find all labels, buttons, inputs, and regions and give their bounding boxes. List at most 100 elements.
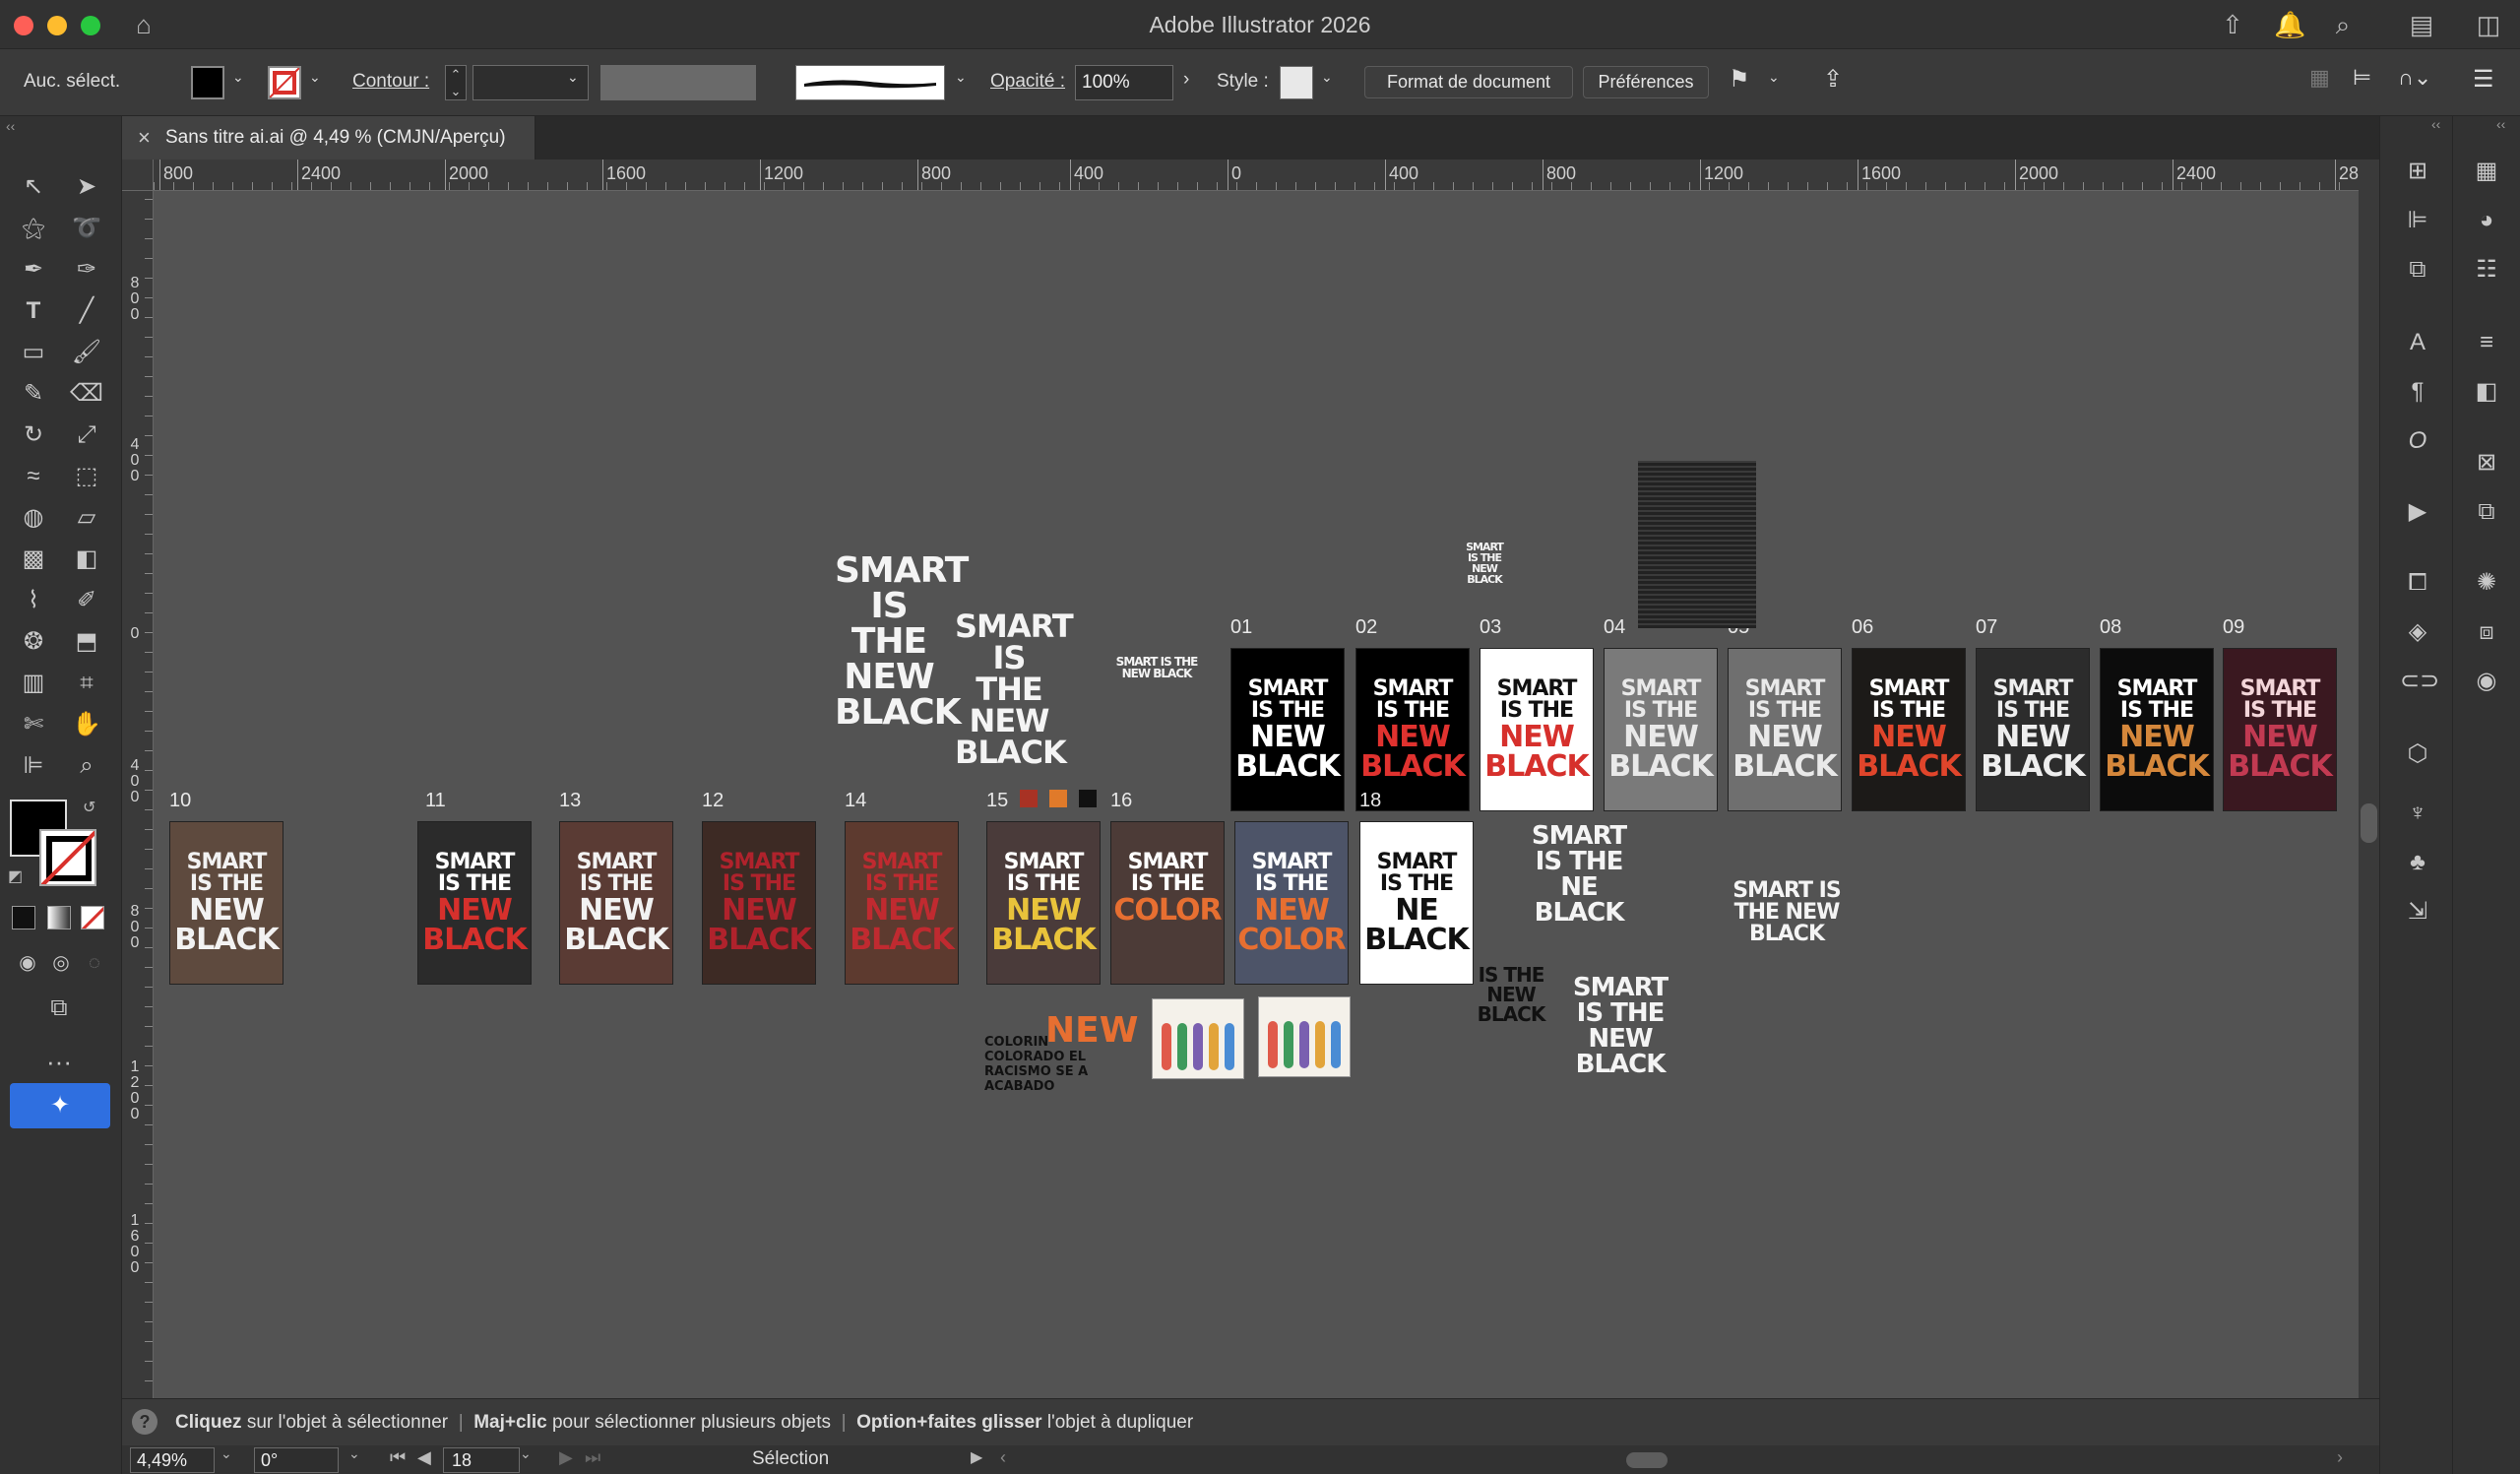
- warp-tool-icon[interactable]: ≈: [14, 459, 53, 494]
- stroke-label[interactable]: Contour :: [352, 71, 429, 93]
- lasso-tool-icon[interactable]: ➰: [67, 211, 106, 246]
- measure-tool-icon[interactable]: ✐: [67, 583, 106, 618]
- artboard[interactable]: SMART IS THE NEW BLACK: [1480, 648, 1594, 811]
- collapse-panels-right-icon[interactable]: ‹‹: [2496, 116, 2505, 132]
- artboard[interactable]: SMART IS THE NEW BLACK: [1230, 648, 1345, 811]
- opacity-arrow-icon[interactable]: ›: [1183, 69, 1189, 91]
- color-panel-icon[interactable]: ◕: [2469, 203, 2504, 238]
- curvature-tool-icon[interactable]: ✑: [67, 252, 106, 288]
- libraries-panel-icon[interactable]: ⧉: [2469, 494, 2504, 530]
- artboard-number-input[interactable]: 18: [443, 1447, 520, 1473]
- default-colors-icon[interactable]: ◩: [8, 866, 23, 886]
- snap-icon[interactable]: ∩⌄: [2398, 65, 2431, 91]
- dense-text-block[interactable]: [1638, 461, 1756, 628]
- vertical-ruler[interactable]: 800 400 0 400 800 1200 1600: [122, 160, 154, 1398]
- close-tab-icon[interactable]: ×: [138, 116, 151, 160]
- panel-menu-icon[interactable]: ☰: [2473, 65, 2494, 94]
- opacity-input[interactable]: 100%: [1075, 65, 1173, 100]
- stroke-dropdown-chevron-icon[interactable]: ⌄: [309, 69, 321, 86]
- help-icon[interactable]: ?: [132, 1409, 158, 1435]
- artboard[interactable]: SMART IS THE NEW COLOR: [1234, 821, 1349, 985]
- shaper-tool-icon[interactable]: ✎: [14, 376, 53, 412]
- 3d-panel-icon[interactable]: ⬡: [2400, 737, 2435, 772]
- loose-text-art[interactable]: SMART IS THE NEW BLACK: [955, 610, 1074, 768]
- recolor-chevron-icon[interactable]: ⌄: [1768, 69, 1780, 86]
- zoom-input[interactable]: 4,49%: [130, 1447, 215, 1473]
- panel-toggle-icon[interactable]: ◫: [2473, 9, 2504, 40]
- rotation-input[interactable]: 0°: [254, 1447, 339, 1473]
- artboard-label[interactable]: 13: [559, 790, 581, 812]
- vertical-scrollbar[interactable]: [2359, 160, 2379, 1436]
- pathfinder-panel-icon[interactable]: ⧉: [2400, 252, 2435, 288]
- collapse-toolbar-icon[interactable]: ‹‹: [6, 118, 15, 134]
- artboard-label[interactable]: 18: [1359, 790, 1381, 812]
- stroke-weight-stepper[interactable]: ⌃ ⌄: [445, 65, 467, 100]
- hand-tool-icon[interactable]: ✋: [67, 707, 106, 742]
- knife-tool-icon[interactable]: ✄: [14, 707, 53, 742]
- artboard-label[interactable]: 12: [702, 790, 724, 812]
- artboard[interactable]: SMART IS THE NEW BLACK: [1728, 648, 1842, 811]
- artboard-label[interactable]: 08: [2100, 616, 2121, 639]
- rectangle-tool-icon[interactable]: ▭: [14, 335, 53, 370]
- symbols-panel-icon[interactable]: ♣: [2400, 845, 2435, 880]
- artboard-label[interactable]: 03: [1480, 616, 1501, 639]
- scale-tool-icon[interactable]: ⤢: [67, 417, 106, 453]
- notifications-icon[interactable]: 🔔: [2274, 9, 2305, 40]
- puppet-panel-icon[interactable]: ♆: [2400, 796, 2435, 831]
- opacity-label[interactable]: Opacité :: [990, 71, 1065, 93]
- scroll-right-icon[interactable]: ›: [2337, 1447, 2343, 1468]
- brush-chevron-icon[interactable]: ⌄: [955, 69, 967, 86]
- ruler-origin[interactable]: [122, 160, 154, 191]
- first-artboard-icon[interactable]: ⏮: [390, 1447, 406, 1468]
- loose-text-art[interactable]: IS THE NEW BLACK: [1475, 965, 1547, 1024]
- variable-width-profile[interactable]: [600, 65, 756, 100]
- color-bars-artwork[interactable]: [1258, 996, 1351, 1077]
- loose-text-art[interactable]: SMART IS THE NEW BLACK: [835, 553, 969, 731]
- more-tools-icon[interactable]: ···: [39, 1044, 79, 1079]
- artboard[interactable]: SMART IS THE COLOR: [1110, 821, 1225, 985]
- loose-text-art[interactable]: SMART IS THE NEW BLACK: [1732, 880, 1841, 945]
- artboard-label[interactable]: 07: [1976, 616, 1997, 639]
- export-icon[interactable]: ⇪: [1823, 65, 1843, 94]
- artboard[interactable]: SMART IS THE NE BLACK: [1359, 821, 1474, 985]
- pen-tool-icon[interactable]: ✒: [14, 252, 53, 288]
- swap-colors-icon[interactable]: ↺: [83, 798, 95, 817]
- artboard-tool-icon[interactable]: ⬒: [67, 624, 106, 660]
- artboard[interactable]: SMART IS THE NEW BLACK: [2100, 648, 2214, 811]
- artboard-label[interactable]: 09: [2223, 616, 2244, 639]
- rotate-tool-icon[interactable]: ↻: [14, 417, 53, 453]
- artboard[interactable]: SMART IS THE NEW BLACK: [1976, 648, 2090, 811]
- artboard-label[interactable]: 02: [1355, 616, 1377, 639]
- free-transform-tool-icon[interactable]: ⬚: [67, 459, 106, 494]
- color-mode-icon[interactable]: [12, 906, 35, 929]
- loose-text-art[interactable]: SMART IS THE NE BLACK: [1528, 823, 1630, 926]
- graphic-styles-panel-icon[interactable]: ⧈: [2469, 614, 2504, 650]
- previous-artboard-icon[interactable]: ◀: [417, 1447, 431, 1468]
- character-panel-icon[interactable]: A: [2400, 325, 2435, 360]
- column-graph-tool-icon[interactable]: ▥: [14, 666, 53, 701]
- loose-text-art[interactable]: SMART IS THE NEW BLACK: [1571, 975, 1670, 1077]
- transform-panel-icon[interactable]: ⊞: [2400, 154, 2435, 189]
- paragraph-panel-icon[interactable]: ¶: [2400, 374, 2435, 410]
- artboard-label[interactable]: 14: [845, 790, 866, 812]
- search-icon[interactable]: ⌕: [2327, 9, 2359, 40]
- gradient-tool-icon[interactable]: ◧: [67, 542, 106, 577]
- paintbrush-tool-icon[interactable]: 🖌: [67, 335, 106, 370]
- artboard[interactable]: SMART IS THE NEW BLACK: [1604, 648, 1718, 811]
- artboards-panel-icon[interactable]: ⧠: [2400, 565, 2435, 601]
- artboard[interactable]: SMART IS THE NEW BLACK: [986, 821, 1101, 985]
- screen-mode-icon[interactable]: ⧉: [39, 991, 79, 1026]
- none-mode-icon[interactable]: [81, 906, 104, 929]
- color-bars-artwork[interactable]: [1152, 998, 1244, 1079]
- rotation-chevron-icon[interactable]: ⌄: [348, 1445, 360, 1462]
- document-tab[interactable]: × Sans titre ai.ai @ 4,49 % (CMJN/Aperçu…: [122, 116, 536, 160]
- horizontal-scroll-thumb[interactable]: [1626, 1452, 1668, 1468]
- align-panel-icon[interactable]: ⊫: [2400, 203, 2435, 238]
- draw-inside-icon[interactable]: ◌: [75, 945, 114, 981]
- artboard[interactable]: SMART IS THE NEW BLACK: [702, 821, 816, 985]
- style-chevron-icon[interactable]: ⌄: [1321, 69, 1333, 86]
- zoom-chevron-icon[interactable]: ⌄: [220, 1445, 232, 1462]
- gradient-panel-icon[interactable]: ◧: [2469, 374, 2504, 410]
- artboard-chevron-icon[interactable]: ⌄: [520, 1445, 532, 1462]
- eyedropper-tool-icon[interactable]: ⌇: [14, 583, 53, 618]
